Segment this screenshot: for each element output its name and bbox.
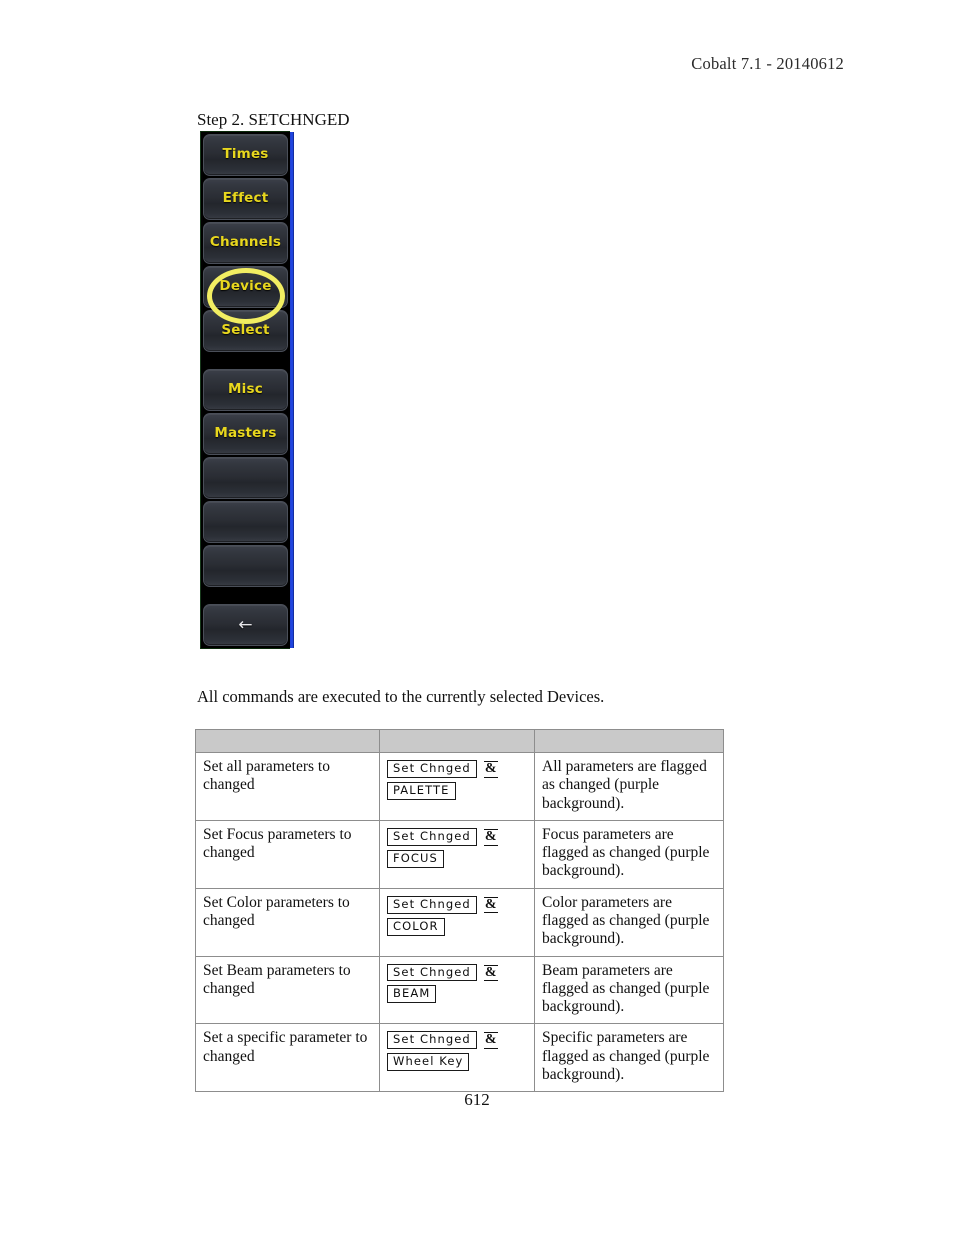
keycap-secondary[interactable]: Wheel Key xyxy=(387,1053,470,1072)
keycap-primary[interactable]: Set Chnged xyxy=(387,1031,477,1050)
table-header-result xyxy=(534,729,724,753)
console-button-misc[interactable]: Misc xyxy=(203,369,288,411)
console-button-stack: Times Effect Channels Device Select Misc Maste… xyxy=(201,133,290,647)
keycap-primary[interactable]: Set Chnged xyxy=(387,895,477,914)
table-cell-keys: Set Chnged & PALETTE xyxy=(379,752,535,821)
console-panel-separator xyxy=(203,354,288,367)
console-button-back-arrow[interactable]: ← xyxy=(203,604,288,646)
console-panel-separator xyxy=(203,589,288,602)
console-button-label: Device xyxy=(219,278,272,295)
table-cell-action: Set Focus parameters to changed xyxy=(195,819,380,889)
console-button-masters[interactable]: Masters xyxy=(203,413,288,455)
table-cell-action: Set a specific parameter to changed xyxy=(195,1023,380,1093)
keycap-secondary[interactable]: COLOR xyxy=(387,917,445,936)
table-header-row xyxy=(195,729,724,753)
table-row: Set a specific parameter to changed Set C… xyxy=(195,1023,724,1093)
console-button-panel: Times Effect Channels Device Select Misc Maste… xyxy=(200,131,294,649)
table-cell-result: Focus parameters are flagged as changed … xyxy=(534,819,724,889)
table-header-action xyxy=(195,729,380,753)
keycap-primary[interactable]: Set Chnged xyxy=(387,760,477,778)
command-reference-table: Set all parameters to changed Set Chnged &… xyxy=(195,729,724,1093)
table-cell-result: Specific parameters are flagged as chang… xyxy=(534,1023,724,1093)
console-button-label: ← xyxy=(238,614,253,635)
table-row: Set Beam parameters to changed Set Chnged… xyxy=(195,955,724,1025)
conjunction-ampersand: & xyxy=(483,828,498,846)
table-cell-result: Color parameters are flagged as changed … xyxy=(534,887,724,957)
table-cell-result: Beam parameters are flagged as changed (… xyxy=(534,955,724,1025)
table-cell-result: All parameters are flagged as changed (p… xyxy=(534,752,724,821)
table-cell-action: Set all parameters to changed xyxy=(195,752,380,821)
table-cell-keys: Set Chnged & FOCUS xyxy=(379,819,535,889)
console-button-label: Masters xyxy=(214,425,277,442)
table-cell-keys: Set Chnged & Wheel Key xyxy=(379,1023,535,1093)
page-number: 612 xyxy=(464,1090,490,1109)
conjunction-ampersand: & xyxy=(483,761,498,778)
console-button-channels[interactable]: Channels xyxy=(203,222,288,264)
console-button-label: Times xyxy=(222,146,269,163)
console-button-effect[interactable]: Effect xyxy=(203,178,288,220)
keycap-secondary[interactable]: FOCUS xyxy=(387,849,444,868)
console-button-label: Effect xyxy=(222,190,269,207)
body-paragraph: All commands are executed to the current… xyxy=(197,687,605,706)
conjunction-ampersand: & xyxy=(483,1032,498,1050)
step-caption: Step 2. SETCHNGED xyxy=(197,110,350,129)
table-cell-action: Set Color parameters to changed xyxy=(195,887,380,957)
console-button-label: Misc xyxy=(228,381,263,398)
console-button-blank-9[interactable] xyxy=(203,545,288,587)
table-header-keys xyxy=(379,729,535,753)
console-button-device[interactable]: Device xyxy=(203,266,288,308)
conjunction-ampersand: & xyxy=(483,896,498,914)
console-button-blank-8[interactable] xyxy=(203,501,288,543)
table-row: Set Focus parameters to changed Set Chnge… xyxy=(195,819,724,889)
table-cell-keys: Set Chnged & BEAM xyxy=(379,955,535,1025)
table-cell-keys: Set Chnged & COLOR xyxy=(379,887,535,957)
console-button-label: Select xyxy=(221,322,270,339)
console-button-select[interactable]: Select xyxy=(203,310,288,352)
console-button-times[interactable]: Times xyxy=(203,134,288,176)
table-row: Set Color parameters to changed Set Chnge… xyxy=(195,887,724,957)
console-button-label: Channels xyxy=(209,234,282,251)
document-header-version: Cobalt 7.1 - 20140612 xyxy=(691,54,844,73)
conjunction-ampersand: & xyxy=(483,964,498,982)
keycap-secondary[interactable]: BEAM xyxy=(387,985,437,1004)
console-button-blank-7[interactable] xyxy=(203,457,288,499)
keycap-primary[interactable]: Set Chnged xyxy=(387,827,477,846)
keycap-secondary[interactable]: PALETTE xyxy=(387,781,456,800)
table-cell-action: Set Beam parameters to changed xyxy=(195,955,380,1025)
keycap-primary[interactable]: Set Chnged xyxy=(387,963,477,982)
table-row: Set all parameters to changed Set Chnged &… xyxy=(195,752,724,821)
